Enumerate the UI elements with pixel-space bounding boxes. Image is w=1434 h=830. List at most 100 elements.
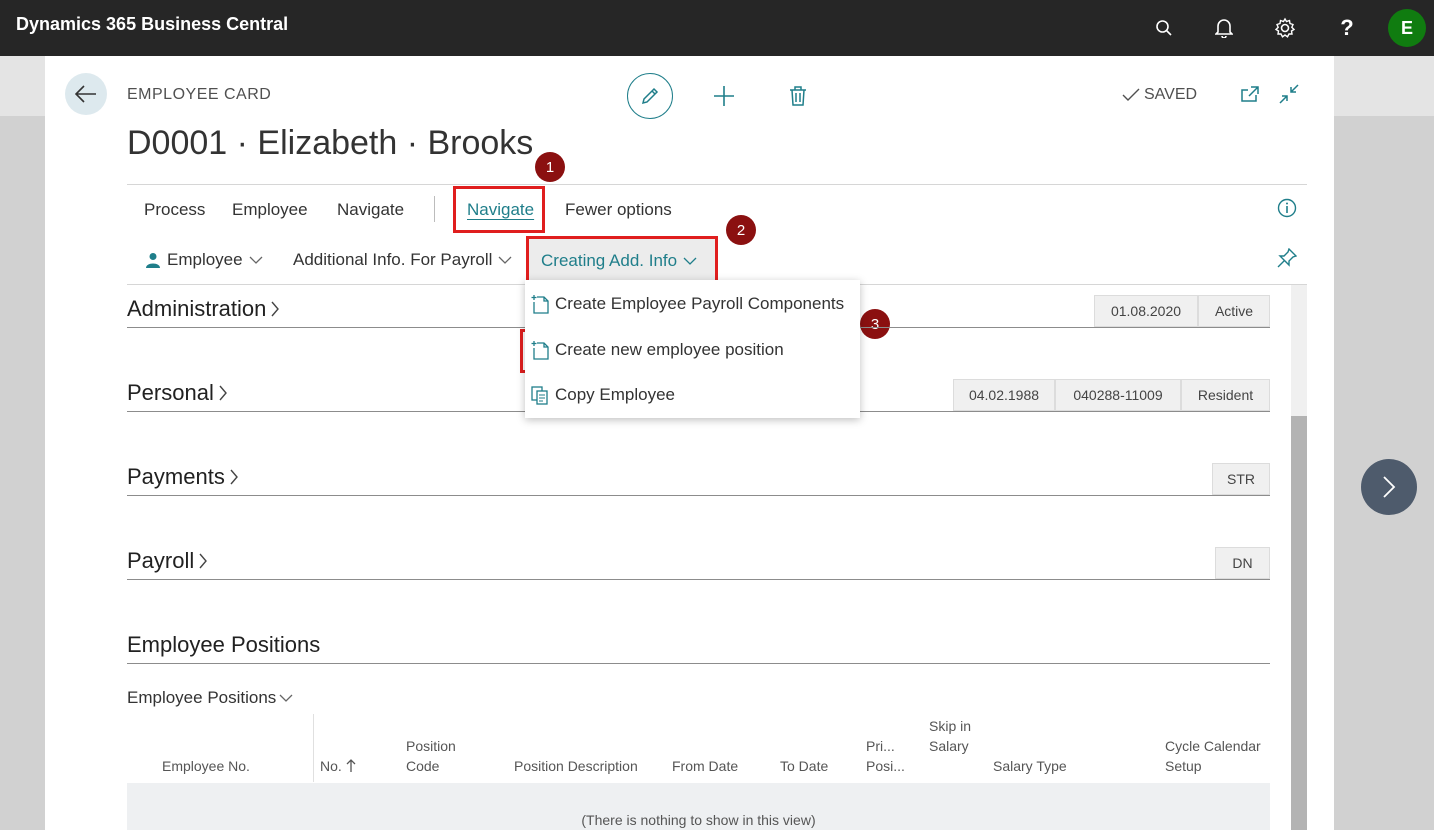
- column-primary-position[interactable]: Pri... Posi...: [866, 736, 908, 776]
- chevron-down-icon: [498, 256, 512, 264]
- edit-button[interactable]: [627, 73, 673, 119]
- column-position-code[interactable]: Position Code: [406, 736, 468, 776]
- section-administration[interactable]: Administration: [127, 296, 280, 322]
- chip-date: 01.08.2020: [1094, 295, 1198, 327]
- chip-birth-date: 04.02.1988: [953, 379, 1055, 411]
- top-bar: Dynamics 365 Business Central ? E: [0, 0, 1434, 56]
- column-from-date[interactable]: From Date: [672, 756, 738, 776]
- action-navigate[interactable]: Navigate: [337, 200, 404, 220]
- scrollbar-thumb[interactable]: [1291, 416, 1307, 830]
- check-icon: [1122, 88, 1140, 101]
- background-right-top: [1334, 56, 1434, 116]
- menu-item-copy-employee[interactable]: Copy Employee: [525, 374, 860, 416]
- chevron-right-icon: [230, 469, 238, 485]
- menu-item-label: Create new employee position: [555, 340, 784, 359]
- positions-subpage-menu[interactable]: Employee Positions: [127, 688, 293, 708]
- section-payments-title: Payments: [127, 464, 225, 489]
- column-separator: [313, 714, 314, 782]
- column-cycle-calendar-setup[interactable]: Cycle Calendar Setup: [1165, 736, 1265, 776]
- copy-icon: [531, 386, 548, 405]
- section-positions-title: Employee Positions: [127, 632, 321, 657]
- person-icon: [146, 253, 160, 268]
- collapse-icon: [1279, 84, 1299, 104]
- trash-icon: [790, 86, 806, 106]
- column-no[interactable]: No.: [320, 756, 356, 776]
- subaction-additional-label: Additional Info. For Payroll: [293, 250, 493, 269]
- chip-residency: Resident: [1181, 379, 1270, 411]
- new-document-icon: [531, 295, 549, 314]
- gear-icon[interactable]: [1271, 14, 1299, 42]
- column-salary-type[interactable]: Salary Type: [993, 756, 1067, 776]
- chevron-right-icon: [271, 301, 280, 317]
- chevron-down-icon: [249, 256, 263, 264]
- menu-item-label: Copy Employee: [555, 385, 676, 404]
- search-icon[interactable]: [1150, 14, 1178, 42]
- section-personal[interactable]: Personal: [127, 380, 228, 406]
- column-to-date[interactable]: To Date: [780, 756, 828, 776]
- menu-item-label: Create Employee Payroll Components: [555, 294, 845, 313]
- section-line: [127, 495, 1270, 496]
- chip-status: Active: [1198, 295, 1270, 327]
- chip-payroll-code: DN: [1215, 547, 1270, 579]
- help-icon[interactable]: ?: [1333, 14, 1361, 42]
- plus-icon: [714, 86, 734, 106]
- chip-personal-id: 040288-11009: [1055, 379, 1181, 411]
- step-badge-1: 1: [535, 152, 565, 182]
- employee-card: [45, 56, 1334, 830]
- highlight-box-creating: [526, 236, 718, 286]
- menu-item-create-payroll-components[interactable]: Create Employee Payroll Components: [525, 283, 860, 325]
- action-employee[interactable]: Employee: [232, 200, 308, 220]
- divider: [127, 184, 1307, 185]
- info-icon[interactable]: [1277, 198, 1299, 220]
- step-badge-3: 3: [860, 309, 890, 339]
- open-in-new-icon: [1241, 86, 1259, 102]
- action-process[interactable]: Process: [144, 200, 205, 220]
- chevron-down-icon: [279, 694, 293, 702]
- saved-label: SAVED: [1144, 86, 1198, 103]
- chevron-right-icon: [219, 385, 227, 401]
- avatar[interactable]: E: [1388, 9, 1426, 47]
- action-separator: [434, 196, 435, 222]
- next-record-button[interactable]: [1361, 459, 1417, 515]
- sort-ascending-icon: [346, 759, 356, 772]
- back-button[interactable]: [65, 73, 107, 115]
- bell-icon[interactable]: [1210, 14, 1238, 42]
- section-payments[interactable]: Payments: [127, 464, 239, 490]
- section-administration-title: Administration: [127, 296, 267, 321]
- section-line: [127, 663, 1270, 664]
- action-fewer-options[interactable]: Fewer options: [565, 200, 672, 220]
- collapse-button[interactable]: [1275, 80, 1303, 108]
- column-position-description[interactable]: Position Description: [514, 756, 638, 776]
- highlight-box-navigate: [453, 186, 545, 233]
- column-skip-in-salary[interactable]: Skip in Salary: [929, 716, 975, 756]
- saved-status: SAVED: [1122, 86, 1197, 104]
- creating-add-info-menu: Create Employee Payroll Components Creat…: [525, 280, 860, 418]
- step-badge-2: 2: [726, 215, 756, 245]
- subaction-additional-info[interactable]: Additional Info. For Payroll: [293, 250, 512, 270]
- subaction-employee-label: Employee: [167, 250, 243, 269]
- pencil-icon: [641, 87, 659, 105]
- column-no-label: No.: [320, 758, 342, 774]
- empty-table-message: (There is nothing to show in this view): [581, 812, 816, 828]
- section-payroll[interactable]: Payroll: [127, 548, 208, 574]
- new-document-icon: [531, 341, 549, 360]
- app-title: Dynamics 365 Business Central: [16, 14, 289, 34]
- chevron-right-icon: [1383, 476, 1396, 498]
- page-caption: EMPLOYEE CARD: [127, 86, 272, 103]
- section-line: [127, 579, 1270, 580]
- add-button[interactable]: [710, 82, 738, 110]
- section-employee-positions: Employee Positions: [127, 632, 320, 658]
- background-left: [0, 56, 45, 830]
- menu-item-create-new-employee-position[interactable]: Create new employee position: [525, 329, 860, 371]
- delete-button[interactable]: [784, 82, 812, 110]
- pin-icon[interactable]: [1277, 247, 1299, 270]
- subaction-employee[interactable]: Employee: [145, 250, 263, 270]
- page-title: D0001 · Elizabeth · Brooks: [127, 124, 534, 162]
- section-payroll-title: Payroll: [127, 548, 195, 573]
- column-employee-no[interactable]: Employee No.: [162, 756, 250, 776]
- chip-payment-type: STR: [1212, 463, 1270, 495]
- background-left-top: [0, 56, 45, 116]
- open-new-window-button[interactable]: [1236, 80, 1264, 108]
- background-right: [1334, 56, 1434, 830]
- positions-subpage-title: Employee Positions: [127, 688, 277, 707]
